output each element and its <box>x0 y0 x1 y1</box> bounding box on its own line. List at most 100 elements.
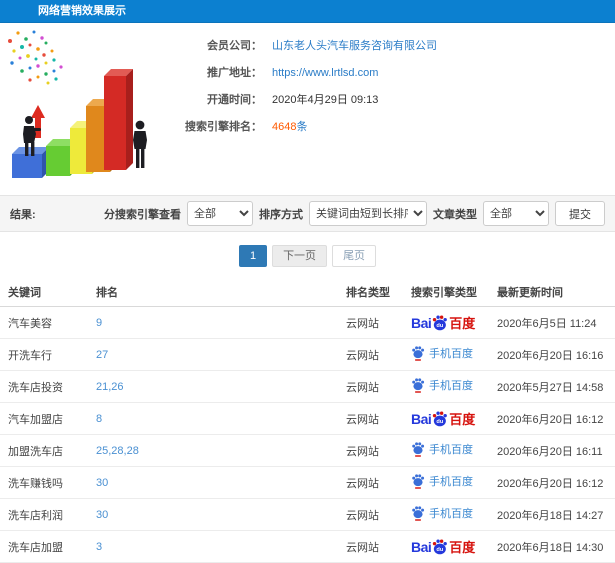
baidu-paw-icon <box>412 442 425 457</box>
baidu-paw-icon <box>412 506 425 521</box>
rank-cell[interactable]: 8 <box>88 402 338 435</box>
baidu-mobile-logo: 手机百度 <box>411 441 473 457</box>
keyword-cell: 汽车加盟店 <box>0 402 88 435</box>
baidu-pc-logo: Bai du 百度 <box>411 314 476 332</box>
rank-cell[interactable]: 30 <box>88 498 338 531</box>
rank-count-number: 4648 <box>272 121 297 133</box>
sort-select[interactable]: 关键词由短到长排序 <box>309 201 427 226</box>
svg-text:du: du <box>437 419 444 425</box>
engine-type-cell: Bai du 百度 <box>403 466 489 499</box>
company-label: 会员公司： <box>207 40 262 52</box>
update-time-cell: 2020年6月18日 14:27 <box>489 498 615 531</box>
keyword-rank-table: 关键词 排名 排名类型 搜索引擎类型 最新更新时间 汽车美容 9 云网站 Bai… <box>0 278 615 563</box>
engine-filter-label: 分搜索引擎查看 <box>104 208 181 221</box>
col-header-engine-type: 搜索引擎类型 <box>403 278 489 307</box>
col-header-rank-type: 排名类型 <box>338 278 403 307</box>
table-row: 洗车店投资 21,26 云网站 Bai du 百度 <box>0 370 615 403</box>
rank-count-unit: 条 <box>296 121 308 133</box>
filter-bar: 结果: 分搜索引擎查看 全部 排序方式 关键词由短到长排序 文章类型 全部 提交 <box>0 195 615 232</box>
engine-filter-select[interactable]: 全部 <box>187 201 253 226</box>
growth-chart-illustration <box>8 30 147 178</box>
engine-type-cell: Bai du 百度 <box>403 402 489 435</box>
rank-cell[interactable]: 3 <box>88 530 338 563</box>
update-time-cell: 2020年6月20日 16:12 <box>489 466 615 499</box>
businessman-right <box>133 120 147 168</box>
baidu-pc-logo: Bai du 百度 <box>411 410 476 428</box>
table-row: 开洗车行 27 云网站 Bai du 百度 <box>0 338 615 371</box>
keyword-cell: 洗车店加盟 <box>0 530 88 563</box>
baidu-pc-logo: Bai du 百度 <box>411 538 476 556</box>
promo-url-label: 推广地址： <box>207 67 262 79</box>
pagination-page-1[interactable]: 1 <box>238 245 268 267</box>
table-row: 洗车赚钱吗 30 云网站 Bai du 百度 <box>0 466 615 499</box>
baidu-mobile-logo: 手机百度 <box>411 377 473 393</box>
keyword-cell: 洗车赚钱吗 <box>0 466 88 499</box>
rank-cell[interactable]: 9 <box>88 306 338 339</box>
col-header-keyword: 关键词 <box>0 278 88 307</box>
engine-type-cell: Bai du 百度 <box>403 498 489 531</box>
rank-type-cell: 云网站 <box>338 434 403 467</box>
info-fields: 会员公司： 山东老人头汽车服务咨询有限公司 推广地址： https://www.… <box>170 23 615 135</box>
table-row: 汽车加盟店 8 云网站 Bai du 百度 2020年6月20日 16:12 <box>0 402 615 435</box>
rank-type-cell: 云网站 <box>338 370 403 403</box>
baidu-paw-icon: du <box>433 539 448 555</box>
svg-text:du: du <box>437 323 444 329</box>
pagination-next[interactable]: 下一页 <box>272 245 328 267</box>
engine-type-cell: Bai du 百度 <box>403 434 489 467</box>
baidu-mobile-logo: 手机百度 <box>411 505 473 521</box>
open-time-label: 开通时间： <box>207 94 262 106</box>
info-row-company: 会员公司： 山东老人头汽车服务咨询有限公司 <box>170 39 615 54</box>
rank-cell[interactable]: 21,26 <box>88 370 338 403</box>
update-time-cell: 2020年6月5日 11:24 <box>489 306 615 339</box>
table-row: 洗车店加盟 3 云网站 Bai du 百度 2020年6月18日 14:30 <box>0 530 615 563</box>
rank-cell[interactable]: 27 <box>88 338 338 371</box>
open-time-value: 2020年4月29日 09:13 <box>272 94 379 106</box>
engine-type-cell: Bai du 百度 <box>403 370 489 403</box>
confetti-dots <box>8 30 63 85</box>
article-type-label: 文章类型 <box>433 208 477 221</box>
rank-type-cell: 云网站 <box>338 498 403 531</box>
baidu-paw-icon <box>412 474 425 489</box>
update-time-cell: 2020年6月20日 16:12 <box>489 402 615 435</box>
pagination-last[interactable]: 尾页 <box>332 245 377 267</box>
company-link[interactable]: 山东老人头汽车服务咨询有限公司 <box>272 39 437 54</box>
rank-type-cell: 云网站 <box>338 306 403 339</box>
rank-cell[interactable]: 25,28,28 <box>88 434 338 467</box>
keyword-cell: 开洗车行 <box>0 338 88 371</box>
baidu-paw-icon: du <box>433 411 448 427</box>
submit-button[interactable]: 提交 <box>555 201 605 226</box>
rank-type-cell: 云网站 <box>338 338 403 371</box>
rank-type-cell: 云网站 <box>338 530 403 563</box>
filter-controls: 分搜索引擎查看 全部 排序方式 关键词由短到长排序 文章类型 全部 提交 <box>104 201 605 226</box>
update-time-cell: 2020年5月27日 14:58 <box>489 370 615 403</box>
table-row: 加盟洗车店 25,28,28 云网站 Bai du 百度 <box>0 434 615 467</box>
engine-type-cell: Bai du 百度 <box>403 530 489 563</box>
svg-text:du: du <box>437 547 444 553</box>
keyword-cell: 汽车美容 <box>0 306 88 339</box>
baidu-mobile-logo: 手机百度 <box>411 345 473 361</box>
table-row: 汽车美容 9 云网站 Bai du 百度 2020年6月5日 11:24 <box>0 306 615 339</box>
result-label: 结果: <box>10 208 36 221</box>
baidu-mobile-logo: 手机百度 <box>411 473 473 489</box>
rank-type-cell: 云网站 <box>338 466 403 499</box>
rank-count-label: 搜索引擎排名： <box>185 121 262 133</box>
table-row: 洗车店利润 30 云网站 Bai du 百度 <box>0 498 615 531</box>
article-type-select[interactable]: 全部 <box>483 201 549 226</box>
info-row-rank-count: 搜索引擎排名： 4648条 <box>170 120 615 135</box>
rank-count-value: 4648条 <box>272 120 307 135</box>
sort-label: 排序方式 <box>259 208 303 221</box>
table-header-row: 关键词 排名 排名类型 搜索引擎类型 最新更新时间 <box>0 278 615 307</box>
col-header-update-time: 最新更新时间 <box>489 278 615 307</box>
promo-url-link[interactable]: https://www.lrtlsd.com <box>272 66 378 81</box>
pagination: 1 下一页 尾页 <box>0 232 615 278</box>
keyword-cell: 加盟洗车店 <box>0 434 88 467</box>
engine-type-cell: Bai du 百度 <box>403 306 489 339</box>
update-time-cell: 2020年6月18日 14:30 <box>489 530 615 563</box>
rank-cell[interactable]: 30 <box>88 466 338 499</box>
baidu-paw-icon <box>412 378 425 393</box>
info-row-url: 推广地址： https://www.lrtlsd.com <box>170 66 615 81</box>
engine-type-cell: Bai du 百度 <box>403 338 489 371</box>
account-info-section: 会员公司： 山东老人头汽车服务咨询有限公司 推广地址： https://www.… <box>0 23 615 195</box>
keyword-cell: 洗车店投资 <box>0 370 88 403</box>
page-header: 网络营销效果展示 <box>0 0 615 23</box>
